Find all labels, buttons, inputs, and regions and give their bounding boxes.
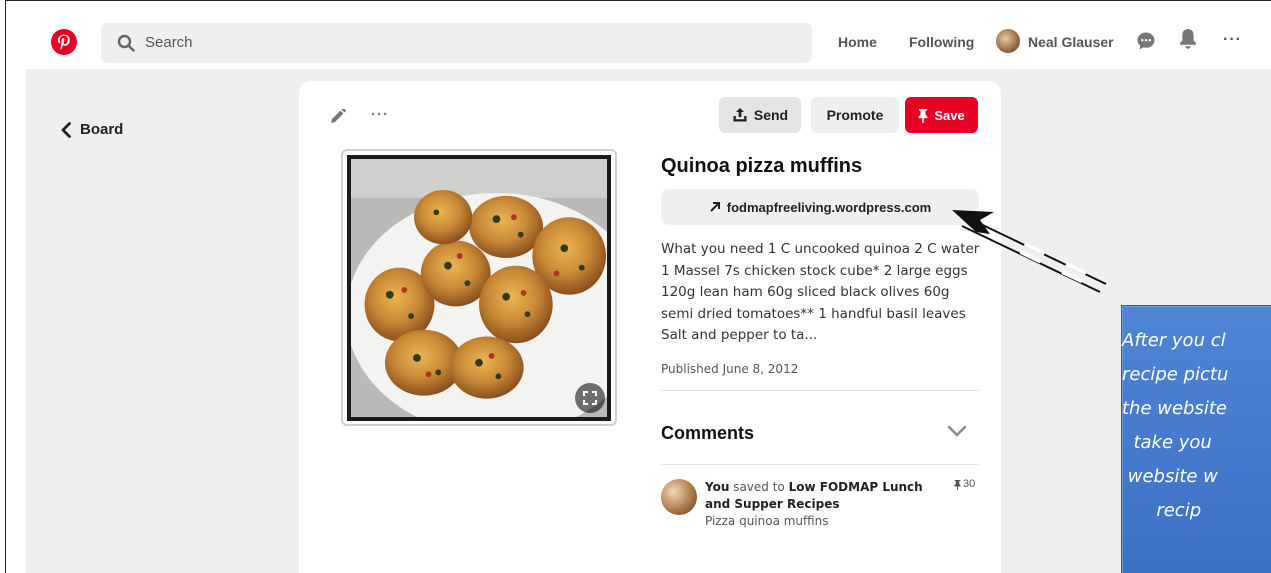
arrow-up-right-icon: [710, 202, 720, 212]
pin-description: What you need 1 C uncooked quinoa 2 C wa…: [661, 241, 980, 343]
back-label: Board: [80, 121, 124, 138]
pushpin-icon: [954, 479, 961, 490]
website-link-label: fodmapfreeliving.wordpress.com: [726, 199, 932, 215]
chevron-down-icon[interactable]: [947, 425, 967, 437]
saver-avatar[interactable]: [661, 479, 697, 515]
save-button[interactable]: Save: [905, 97, 978, 133]
chat-bubble-icon[interactable]: [1136, 31, 1156, 51]
send-button[interactable]: Send: [719, 97, 801, 133]
bell-icon[interactable]: [1179, 28, 1197, 50]
nav-user-name[interactable]: Neal Glauser: [1028, 34, 1114, 50]
expand-icon[interactable]: [575, 383, 605, 413]
nav-home-link[interactable]: Home: [838, 34, 877, 50]
muffins-photo: [347, 155, 611, 421]
back-to-board-button[interactable]: Board: [60, 121, 123, 138]
nav-following-link[interactable]: Following: [909, 34, 974, 50]
top-bar: Search Home Following Neal Glauser ···: [6, 1, 1271, 69]
share-upload-icon: [733, 108, 747, 122]
save-count-value: 30: [963, 478, 976, 490]
save-count: 30: [954, 478, 975, 490]
edit-pencil-icon[interactable]: [329, 109, 347, 125]
pinterest-logo-icon[interactable]: [51, 29, 77, 55]
saved-to-text: saved to: [733, 480, 785, 494]
save-label: Save: [934, 107, 965, 123]
pin-card: ··· Send Promote Save Quinoa pizza muffi…: [299, 81, 1001, 573]
user-avatar[interactable]: [996, 29, 1020, 53]
pin-image[interactable]: [341, 149, 617, 426]
pin-note: Pizza quinoa muffins: [705, 514, 829, 528]
pushpin-icon: [918, 108, 928, 123]
pin-more-icon[interactable]: ···: [371, 106, 389, 123]
promote-label: Promote: [826, 107, 884, 123]
promote-button[interactable]: Promote: [811, 97, 899, 133]
divider: [661, 464, 979, 465]
comments-heading: Comments: [661, 423, 755, 443]
saver-name[interactable]: You: [705, 480, 729, 494]
annotation-arrow-icon: [952, 210, 1107, 293]
chevron-left-icon: [61, 121, 71, 138]
search-icon: [117, 34, 135, 52]
saved-activity: You saved to Low FODMAP Lunch and Supper…: [705, 479, 935, 530]
search-input[interactable]: Search: [145, 34, 193, 51]
search-bar[interactable]: Search: [101, 23, 812, 63]
pin-title: Quinoa pizza muffins: [661, 155, 863, 177]
annotation-callout: After you cl recipe pictu the website ta…: [1121, 305, 1271, 573]
website-link-button[interactable]: fodmapfreeliving.wordpress.com: [661, 189, 979, 225]
send-label: Send: [753, 107, 789, 123]
annotation-text: After you cl recipe pictu the website ta…: [1122, 330, 1229, 521]
divider: [661, 390, 979, 391]
main-area: Board ··· Send Promote Save Quinoa pizza…: [26, 69, 1271, 573]
more-menu-icon[interactable]: ···: [1223, 31, 1242, 49]
published-date: Published June 8, 2012: [661, 362, 799, 376]
